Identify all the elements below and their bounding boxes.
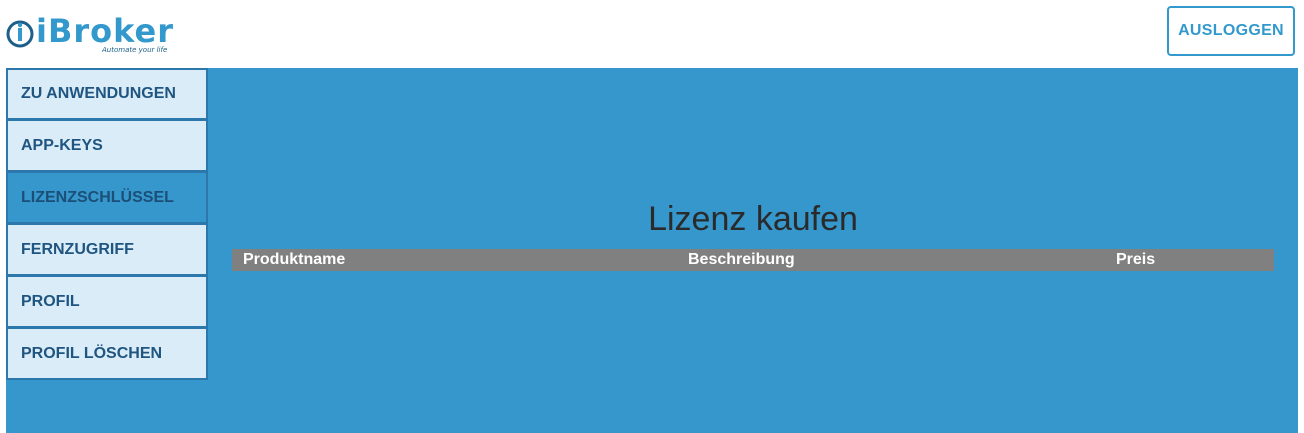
sidebar-item-app-keys[interactable]: APP-KEYS [6,120,208,172]
sidebar-item-profile[interactable]: PROFIL [6,276,208,328]
sidebar: ZU ANWENDUNGEN APP-KEYS LIZENZSCHLÜSSEL … [6,68,208,380]
iobroker-logo[interactable]: iBroker Automate your life [6,12,178,56]
page-title: Lizenz kaufen [648,200,858,238]
power-logo-icon [6,20,34,48]
logo-text: iBroker [36,12,175,50]
sidebar-item-applications[interactable]: ZU ANWENDUNGEN [6,68,208,120]
header: iBroker Automate your life AUSLOGGEN [0,0,1304,68]
license-table-header: Produktname Beschreibung Preis [232,249,1274,271]
column-header-description: Beschreibung [688,251,795,268]
sidebar-item-license-keys[interactable]: LIZENZSCHLÜSSEL [6,172,208,224]
sidebar-item-delete-profile[interactable]: PROFIL LÖSCHEN [6,328,208,380]
page: iBroker Automate your life AUSLOGGEN ZU … [0,0,1304,433]
logout-button[interactable]: AUSLOGGEN [1167,6,1295,56]
sidebar-item-remote-access[interactable]: FERNZUGRIFF [6,224,208,276]
column-header-product-name: Produktname [243,251,346,268]
main-area: ZU ANWENDUNGEN APP-KEYS LIZENZSCHLÜSSEL … [6,68,1298,433]
logo-tagline: Automate your life [102,46,168,54]
column-header-price: Preis [1116,251,1156,268]
